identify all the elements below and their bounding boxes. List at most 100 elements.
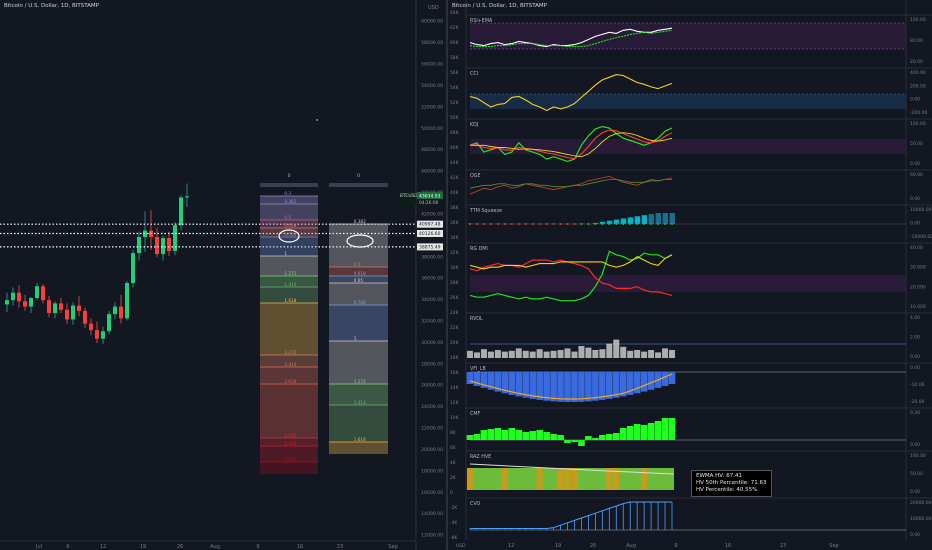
cmf-bar [536, 430, 543, 440]
pane-tick-label: 10000.00 [910, 207, 932, 213]
left-tick-label: 38K [450, 205, 459, 211]
fib-zone-left-cap [260, 183, 318, 187]
price-level-tag: 40126.60 [419, 231, 441, 237]
pane-tick-label: 0.00 [910, 365, 920, 371]
pane-title: VFI_LB [470, 366, 486, 372]
hve-line-3: HV Percentile: 40.55% [696, 487, 758, 493]
pane-tick-label: 0.00 [910, 442, 920, 448]
fib-zone-right-level-label: 0.382 [354, 219, 366, 224]
x-tick-label: Sep [829, 543, 838, 549]
indicators-panel[interactable]: Bitcoin / U.S. Dollar, 1D, BITSTAMP 64K 6… [448, 0, 932, 550]
cmf-bar [571, 440, 578, 442]
price-level-tag: 40997.48 [419, 222, 441, 228]
candle-body [35, 286, 39, 299]
hve-highlight-bar [536, 468, 543, 490]
y-tick-label: 42000.00 [421, 211, 443, 217]
fib-zone-right-level-label: 1 [354, 336, 357, 341]
left-tick-label: 6K [450, 445, 456, 451]
hve-highlight-bar [501, 468, 508, 490]
cmf-bar [522, 432, 530, 440]
cmf-bar [515, 430, 523, 440]
left-tick-label: 14K [450, 385, 459, 391]
left-tick-label: -2K [450, 505, 457, 511]
candle-body [161, 238, 165, 255]
vfi-bar [564, 372, 571, 402]
pane-tick-label: 0.00 [910, 354, 920, 360]
ttm-bar [669, 213, 675, 224]
left-tick-label: 24K [450, 310, 459, 316]
cmf-bar [578, 440, 585, 446]
currency-label: USD [456, 543, 466, 549]
rvol-bar [536, 349, 543, 358]
ttm-bar [648, 214, 655, 224]
x-tick-label: 6 [66, 544, 69, 550]
hve-info-box: EWMA HV: 67.41 HV 50th Percentile: 71.63… [691, 470, 772, 497]
left-tick-label: 0 [450, 490, 453, 496]
fib-zone-right-level-label: 0.65 [354, 278, 364, 283]
fib-zone-right-top-label: 0 [357, 173, 360, 179]
pane-tick-label: 20.00 [910, 59, 923, 65]
cmf-bar [668, 418, 676, 440]
rvol-bar [522, 350, 529, 358]
fib-zone-right-level-label: 0.5 [354, 262, 361, 267]
candle-body [65, 309, 69, 320]
vfi-bar [668, 372, 676, 384]
dmi-band [470, 275, 906, 292]
y-tick-label: 50000.00 [421, 126, 443, 132]
candle-body [179, 197, 183, 226]
fib-zone-right-level-label: 1.414 [354, 400, 366, 405]
price-chart-svg[interactable]: USD 60000.00 58000.00 56000.00 54000.00 52000… [0, 0, 446, 550]
fib-zone-right-level-label: 0.618 [354, 271, 366, 276]
hve-line-1: EWMA HV: 67.41 [696, 473, 742, 479]
left-tick-label: 52K [450, 100, 459, 106]
vfi-bar [661, 372, 669, 386]
x-tick-label: 12 [508, 543, 514, 549]
left-tick-label: 62K [450, 25, 459, 31]
x-tick-label: 19 [140, 544, 146, 550]
pane-tick-label: 80.00 [910, 38, 923, 44]
y-tick-label: 26000.00 [421, 383, 443, 389]
fib-zone-left-level-label: 0.786 [284, 232, 296, 237]
left-tick-label: 26K [450, 295, 459, 301]
cursor-dot [316, 119, 318, 121]
vfi-bar [592, 372, 599, 401]
fib-zone-right-band [329, 224, 388, 267]
vfi-bar [578, 372, 585, 402]
pane-title: CMF [470, 411, 480, 417]
left-tick-label: 64K [450, 10, 459, 16]
y-tick-label: 34000.00 [421, 297, 443, 303]
cmf-bar [543, 432, 550, 440]
left-tick-label: 56K [450, 70, 459, 76]
main-price-panel[interactable]: Bitcoin / U.S. Dollar, 1D, BITSTAMP USD 6… [0, 0, 446, 550]
pane-tick-label: 0.00 [910, 489, 920, 495]
fib-zone-left-band [260, 237, 318, 256]
left-tick-label: 16K [450, 370, 459, 376]
pane-tick-label: -10.00 [910, 382, 925, 388]
cci-band [470, 94, 906, 109]
fib-zone-left-top-label: 0 [288, 173, 291, 179]
indicators-chart-svg[interactable]: 64K 62K 60K 58K 56K 54K 52K 50K 48K 46K 44K 42K 40K 3… [448, 0, 932, 550]
candle-body [71, 305, 75, 320]
pane-tick-label: 100.00 [910, 453, 926, 459]
vfi-bar [529, 372, 536, 399]
y-tick-label: 52000.00 [421, 104, 443, 110]
left-tick-label: 28K [450, 280, 459, 286]
y-tick-label: 46000.00 [421, 169, 443, 175]
x-tick-label: 12 [100, 544, 106, 550]
fib-zone-right-band [329, 442, 388, 454]
hve-highlight-bar [571, 468, 578, 490]
vfi-bar [606, 372, 613, 399]
cmf-bar [599, 435, 606, 440]
left-tick-label: 46K [450, 145, 459, 151]
rvol-bar [494, 350, 501, 358]
cmf-bar [564, 440, 571, 443]
vfi-bar [599, 372, 606, 400]
pane-title: RG DMI [470, 246, 488, 252]
cvo-line [470, 501, 672, 529]
candle-body [29, 298, 33, 307]
candle-body [59, 303, 63, 310]
pane-tick-label: 20000.00 [910, 500, 932, 506]
pane-title: RAZ HVE [470, 454, 491, 460]
oge-line-1 [469, 175, 673, 195]
cmf-bar [592, 438, 599, 440]
